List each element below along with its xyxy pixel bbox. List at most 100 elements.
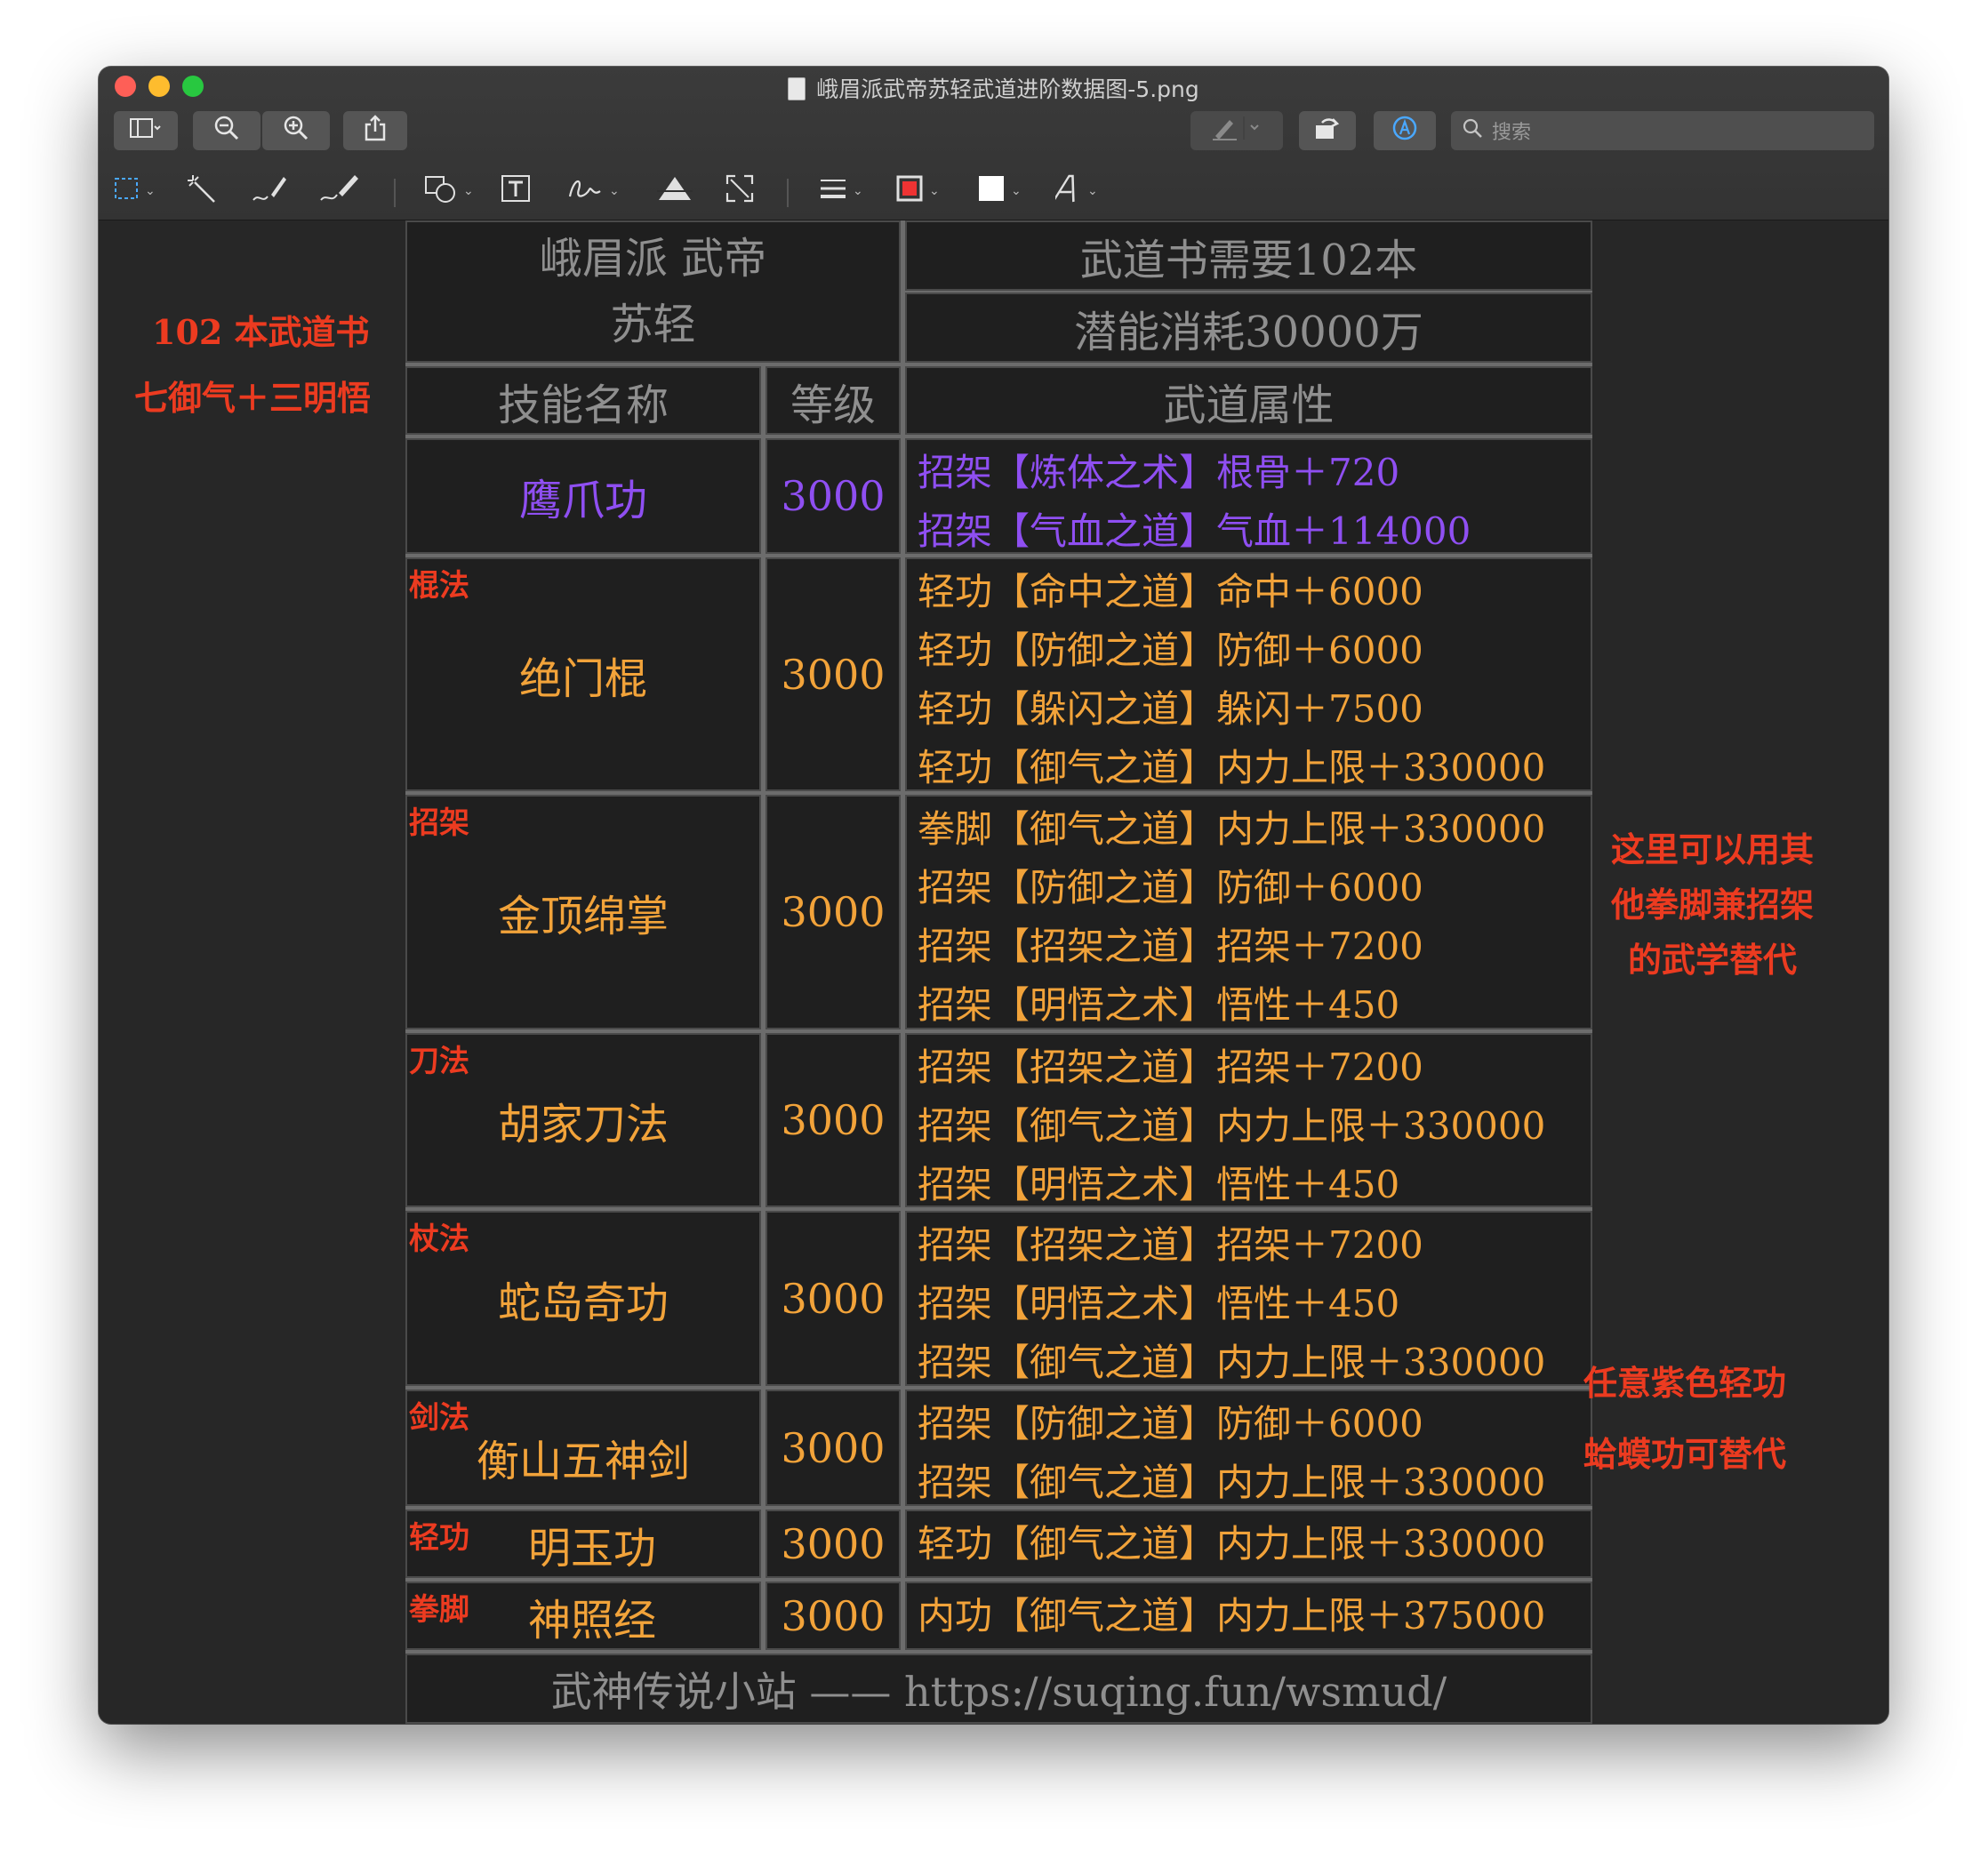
signature-icon <box>566 173 604 210</box>
books-needed-cell: 武道书需要102本 <box>905 220 1592 291</box>
skill-attr: 轻功【防御之道】防御＋6000 <box>918 629 1423 672</box>
col-header-attr-text: 武道属性 <box>1163 380 1335 430</box>
skill-type-tag: 杖法 <box>409 1221 469 1257</box>
skill-name-cell: 轻功 明玉功 <box>405 1510 761 1578</box>
line-style-icon <box>819 176 847 207</box>
sketch-icon <box>252 173 287 210</box>
skill-attr: 轻功【御气之道】内力上限＋330000 <box>918 746 1546 789</box>
skill-name: 金顶绵掌 <box>497 892 669 941</box>
skill-attrs-cell: 招架【招架之道】招架＋7200 招架【明悟之术】悟性＋450 招架【御气之道】内力上… <box>905 1211 1592 1386</box>
skills-table: 峨眉派 武帝 苏轻 武道书需要102本 潜能消耗30000万 技能名称 等级 武… <box>405 220 1592 1724</box>
skill-attrs-cell: 招架【招架之道】招架＋7200 招架【御气之道】内力上限＋330000 招架【明悟之… <box>905 1033 1592 1207</box>
rect-selection-icon <box>113 175 140 208</box>
skill-attr: 招架【明悟之术】悟性＋450 <box>918 1282 1400 1325</box>
zoom-in-icon <box>283 115 309 148</box>
border-color-icon <box>895 174 924 209</box>
search-field[interactable]: 搜索 <box>1451 111 1874 150</box>
skill-level: 3000 <box>781 1423 886 1472</box>
skill-name-cell: 鹰爪功 <box>405 438 761 554</box>
text-tool[interactable] <box>501 173 531 209</box>
skill-type-tag: 轻功 <box>409 1520 469 1556</box>
skill-type-tag: 刀法 <box>409 1044 469 1079</box>
note-right-a-line1: 这里可以用其 <box>1610 829 1814 869</box>
rect-selection-tool[interactable]: ⌄ <box>113 173 156 209</box>
skill-attr: 内功【御气之道】内力上限＋375000 <box>918 1594 1546 1638</box>
skill-level: 3000 <box>781 472 886 520</box>
note-right-a-line2: 他拳脚兼招架 <box>1610 885 1814 925</box>
skill-attr: 招架【招架之道】招架＋7200 <box>918 1045 1423 1089</box>
shape-style-tool[interactable]: ⌄ <box>819 173 863 209</box>
sidebar-toggle-button[interactable] <box>114 111 178 150</box>
shapes-tool[interactable]: ⌄ <box>424 173 474 209</box>
skill-name: 鹰爪功 <box>518 476 647 525</box>
skill-attr: 轻功【御气之道】内力上限＋330000 <box>918 1522 1546 1566</box>
skill-attr: 拳脚【御气之道】内力上限＋330000 <box>918 807 1546 851</box>
toolbar-divider <box>394 179 396 207</box>
col-header-attr: 武道属性 <box>905 366 1592 435</box>
sign-tool[interactable]: ⌄ <box>566 173 620 209</box>
skill-attr: 招架【炼体之术】根骨＋720 <box>918 451 1400 494</box>
border-color-tool[interactable]: ⌄ <box>895 173 940 209</box>
fill-color-tool[interactable]: ⌄ <box>977 173 1022 209</box>
zoom-in-button[interactable] <box>262 111 330 150</box>
books-needed: 武道书需要102本 <box>1079 235 1418 285</box>
skill-attr: 招架【气血之道】气血＋114000 <box>918 509 1471 553</box>
skill-level-cell: 3000 <box>766 1510 901 1578</box>
note-right-a-line3: 的武学替代 <box>1627 940 1797 980</box>
markup-pen-button[interactable] <box>1190 111 1283 150</box>
skill-attr: 招架【明悟之术】悟性＋450 <box>918 983 1400 1027</box>
col-header-level-text: 等级 <box>790 380 876 430</box>
shapes-icon <box>424 173 458 210</box>
rotate-icon <box>1313 115 1342 148</box>
sidebar-icon <box>130 117 162 145</box>
draw-icon <box>319 173 360 210</box>
skill-level: 3000 <box>781 1519 886 1568</box>
share-button[interactable] <box>343 111 407 150</box>
skill-attr: 招架【御气之道】内力上限＋330000 <box>918 1104 1546 1148</box>
preview-window: 峨眉派武帝苏轻武道进阶数据图-5.png 搜索 ⌄ ⌄ ⌄ ⌄ ⌄ ⌄ ⌄ 10… <box>99 67 1888 1724</box>
draw-tool[interactable] <box>319 173 360 209</box>
skill-name: 衡山五神剑 <box>476 1436 690 1486</box>
markup-toolbar: ⌄ ⌄ ⌄ ⌄ ⌄ ⌄ ⌄ <box>99 164 1888 220</box>
skill-type-tag: 剑法 <box>409 1400 469 1436</box>
zoom-out-button[interactable] <box>193 111 261 150</box>
image-canvas: 102 本武道书 七御气＋三明悟 峨眉派 武帝 苏轻 武道书需要102本 潜能消… <box>99 220 1888 1724</box>
skill-name: 绝门棍 <box>518 653 647 704</box>
window-title-text: 峨眉派武帝苏轻武道进阶数据图-5.png <box>816 76 1199 102</box>
skill-attr: 招架【防御之道】防御＋6000 <box>918 1402 1423 1446</box>
annotate-button[interactable] <box>1374 111 1436 150</box>
rotate-button[interactable] <box>1299 111 1356 150</box>
skill-attr: 招架【御气之道】内力上限＋330000 <box>918 1461 1546 1504</box>
skill-name-cell: 招架 金顶绵掌 <box>405 795 761 1029</box>
skill-attrs-cell: 招架【防御之道】防御＋6000 招架【御气之道】内力上限＋330000 <box>905 1389 1592 1506</box>
skill-level-cell: 3000 <box>766 438 901 554</box>
col-header-skill-text: 技能名称 <box>497 380 669 430</box>
skill-name: 蛇岛奇功 <box>497 1277 669 1328</box>
footer-text: 武神传说小站 —— https://suqing.fun/wsmud/ <box>550 1667 1447 1716</box>
skill-attrs-cell: 招架【炼体之术】根骨＋720 招架【气血之道】气血＋114000 <box>905 438 1592 554</box>
note-right-a: 这里可以用其 他拳脚兼招架 的武学替代 <box>1583 822 1841 988</box>
skill-name-cell: 杖法 蛇岛奇功 <box>405 1211 761 1386</box>
skill-name-cell: 刀法 胡家刀法 <box>405 1033 761 1207</box>
titlebar: 峨眉派武帝苏轻武道进阶数据图-5.png 搜索 ⌄ ⌄ ⌄ ⌄ ⌄ ⌄ ⌄ <box>99 67 1888 220</box>
sketch-tool[interactable] <box>252 173 287 209</box>
fill-color-icon <box>977 174 1006 209</box>
skill-attr: 招架【招架之道】招架＋7200 <box>918 1223 1423 1267</box>
school-line1: 峨眉派 武帝 <box>539 234 767 284</box>
skill-level-cell: 3000 <box>766 795 901 1029</box>
window-title: 峨眉派武帝苏轻武道进阶数据图-5.png <box>99 72 1888 104</box>
skill-level-cell: 3000 <box>766 557 901 791</box>
skill-level: 3000 <box>781 1096 886 1144</box>
skill-attr: 轻功【躲闪之道】躲闪＋7500 <box>918 687 1423 731</box>
adjust-color-tool[interactable] <box>655 173 694 209</box>
skill-attrs-cell: 内功【御气之道】内力上限＋375000 <box>905 1582 1592 1650</box>
skill-level: 3000 <box>781 1274 886 1323</box>
instant-alpha-tool[interactable] <box>186 173 218 209</box>
skill-name: 胡家刀法 <box>497 1100 669 1149</box>
skill-level-cell: 3000 <box>766 1582 901 1650</box>
adjust-size-tool[interactable] <box>725 173 755 209</box>
col-header-level: 等级 <box>766 366 901 435</box>
school-cell: 峨眉派 武帝 苏轻 <box>405 220 901 363</box>
text-style-tool[interactable]: ⌄ <box>1052 173 1098 209</box>
resize-icon <box>725 173 755 210</box>
